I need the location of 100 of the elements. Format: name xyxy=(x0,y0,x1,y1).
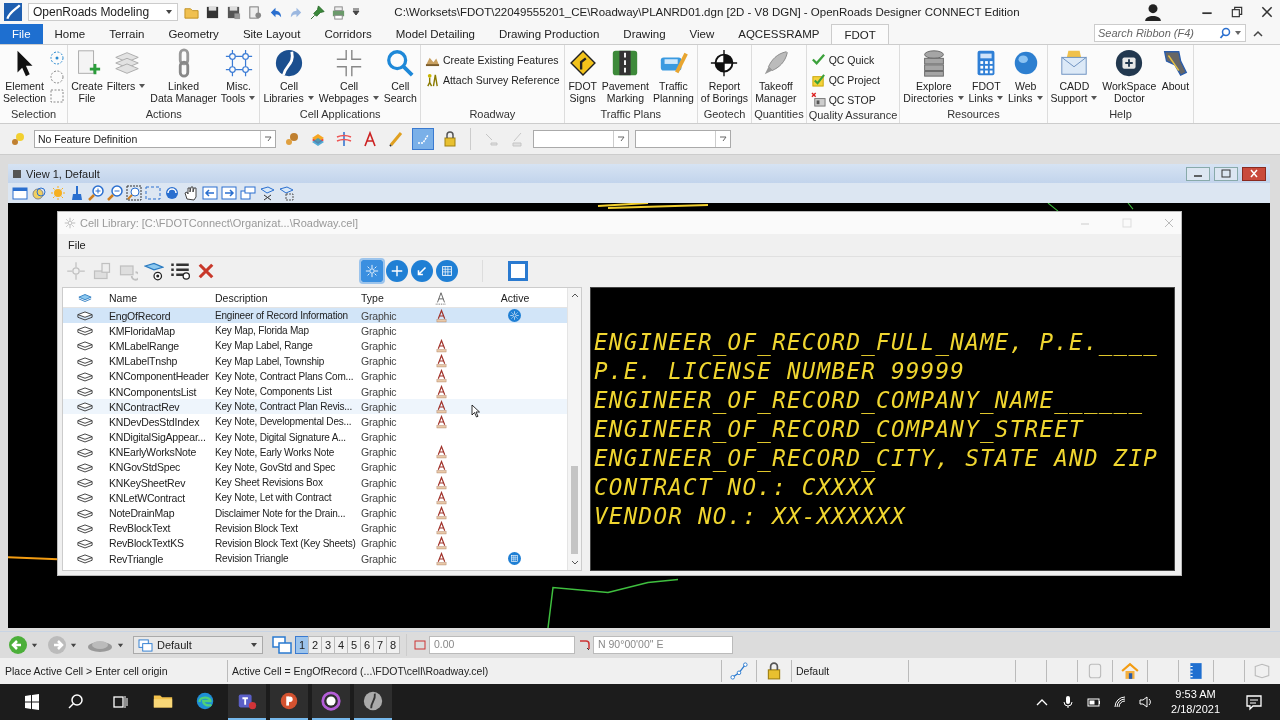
cell-row[interactable]: NoteDrainMap Disclaimer Note for the Drain... Graphic xyxy=(63,505,567,521)
cell-row[interactable]: KNGovStdSpec Key Note, GovStd and Spec Graphic xyxy=(63,459,567,476)
select-circle-icon[interactable] xyxy=(49,50,66,66)
point-mode-button[interactable] xyxy=(386,260,408,282)
column-header[interactable]: Active xyxy=(461,291,567,304)
scroll-down-icon[interactable] xyxy=(570,560,579,566)
cell-row[interactable]: KNComponentHeader Key Note, Contract Plans Com... Graphic xyxy=(63,368,567,384)
view-button[interactable]: 1 xyxy=(295,636,309,654)
ribbon-tab[interactable]: File xyxy=(0,24,43,44)
app-logo-icon[interactable] xyxy=(4,3,22,21)
ribbon-tool[interactable]: Takeoff Manager xyxy=(754,48,798,104)
caret-icon[interactable] xyxy=(70,641,77,649)
list-view-icon[interactable] xyxy=(170,261,190,281)
ribbon-tool[interactable]: FDOT Signs xyxy=(566,48,599,104)
clock-date[interactable]: 2/18/2021 xyxy=(1171,702,1220,717)
ribbon-tool[interactable]: Element Selection xyxy=(2,48,48,104)
cell-row[interactable]: KNLetWContract Key Note, Let with Contract Graphic xyxy=(63,490,567,506)
ribbon-tool[interactable]: QC Project xyxy=(808,70,882,89)
workflow-dropdown[interactable]: OpenRoads Modeling xyxy=(28,3,178,21)
column-header[interactable]: Type xyxy=(359,291,421,304)
distance-field[interactable]: 0.00 xyxy=(429,636,575,654)
ribbon-tool[interactable]: Create Existing Features xyxy=(422,50,562,69)
rotate-view-icon[interactable] xyxy=(164,185,180,201)
clip-volume-icon[interactable] xyxy=(259,185,275,201)
direction-field[interactable]: N 90°00'00" E xyxy=(593,636,733,654)
view-button[interactable]: 8 xyxy=(386,636,400,654)
window-zoom-icon[interactable] xyxy=(126,185,142,201)
cell-row[interactable]: KNComponentsList Key Note, Components List Graphic xyxy=(63,383,567,400)
ribbon-tab[interactable]: Home xyxy=(42,24,98,44)
clock-time[interactable]: 9:53 AM xyxy=(1175,687,1216,702)
cell-row[interactable]: KNEarlyWorksNote Key Note, Early Works Note Graphic xyxy=(63,444,567,460)
pattern-mode-button[interactable] xyxy=(436,260,458,282)
caret-icon[interactable] xyxy=(1234,29,1242,37)
cell-row[interactable]: KNKeySheetRev Key Sheet Revisions Box Graphic xyxy=(63,475,567,491)
ribbon-tool[interactable]: Report of Borings xyxy=(699,48,750,104)
minimize-icon[interactable] xyxy=(1186,166,1210,181)
ribbon-tab[interactable]: Corridors xyxy=(312,24,384,44)
pan-hand-icon[interactable] xyxy=(183,185,199,201)
menu-item[interactable]: File xyxy=(68,239,86,251)
view-group-dropdown[interactable]: Default xyxy=(133,636,263,654)
properties-icon[interactable] xyxy=(247,4,262,20)
user-icon[interactable] xyxy=(1144,3,1162,21)
cell-row[interactable]: EngOfRecord Engineer of Record Information Graphic xyxy=(63,308,567,324)
ribbon-tool[interactable]: Misc. Tools xyxy=(219,48,258,104)
view-groups-icon[interactable] xyxy=(272,635,292,655)
save-all-icon[interactable] xyxy=(226,4,241,20)
close-icon[interactable] xyxy=(1260,5,1274,19)
ribbon-tool[interactable]: Explore Directories xyxy=(902,48,966,104)
preview-toggle-icon[interactable] xyxy=(507,260,529,282)
clip-mask-icon[interactable] xyxy=(278,185,294,201)
powerpoint-taskbar-button[interactable] xyxy=(270,684,308,720)
copy-view-icon[interactable] xyxy=(240,185,256,201)
ribbon-tab[interactable]: Model Detailing xyxy=(383,24,487,44)
ribbon-tool[interactable]: QC STOP xyxy=(808,90,882,109)
line-string-icon[interactable] xyxy=(412,128,434,150)
display-style-icon[interactable] xyxy=(31,185,47,201)
ribbon-tool[interactable]: Web Links xyxy=(1007,48,1045,104)
teams-taskbar-button[interactable] xyxy=(228,684,266,720)
save-icon[interactable] xyxy=(205,4,220,20)
search-field[interactable]: Search Ribbon (F4) xyxy=(1094,24,1246,42)
ribbon-tool[interactable]: WorkSpace Doctor xyxy=(1101,48,1158,104)
view-menu-icon[interactable] xyxy=(12,168,22,179)
ribbon-tool[interactable]: QC Quick xyxy=(808,50,882,69)
ribbon-tool[interactable]: Cell Search xyxy=(382,48,418,104)
view-button[interactable]: 3 xyxy=(321,636,335,654)
cell-row[interactable]: KMFloridaMap Key Map, Florida Map Graphic xyxy=(63,323,567,339)
terminator-mode-button[interactable] xyxy=(411,260,433,282)
view-button[interactable]: 5 xyxy=(347,636,361,654)
previous-view-icon[interactable] xyxy=(202,185,218,201)
column-header[interactable]: Name xyxy=(107,291,213,304)
ribbon-tool[interactable]: Attach Survey Reference xyxy=(422,70,562,89)
ribbon-tool[interactable]: Traffic Planning xyxy=(651,48,695,104)
ribbon-tool[interactable]: Create File xyxy=(70,48,104,104)
scroll-up-icon[interactable] xyxy=(570,292,579,298)
pin-icon[interactable] xyxy=(310,4,325,20)
cell-row[interactable]: KNDigitalSigAppear... Key Note, Digital Signature A... Graphic xyxy=(63,429,567,445)
brush-icon[interactable] xyxy=(69,185,85,201)
caret-icon[interactable] xyxy=(117,641,124,649)
ring-app-taskbar-button[interactable] xyxy=(312,684,350,720)
restore-icon[interactable] xyxy=(1230,5,1244,19)
ribbon-tab[interactable]: Terrain xyxy=(97,24,157,44)
feature-definition-dropdown[interactable]: No Feature Definition xyxy=(34,130,276,148)
ribbon-tab[interactable]: Drawing Production xyxy=(487,24,612,44)
ribbon-tab[interactable]: Site Layout xyxy=(230,24,313,44)
cell-row[interactable]: KNDevDesStdIndex Key Note, Developmental Des... Graphic xyxy=(63,414,567,430)
annotation-column-icon[interactable] xyxy=(434,290,448,305)
ribbon-tool[interactable]: Filters xyxy=(105,48,148,92)
view-button[interactable]: 4 xyxy=(334,636,348,654)
scroll-thumb[interactable] xyxy=(571,466,578,554)
customize-caret-icon[interactable] xyxy=(352,8,360,16)
delete-icon[interactable] xyxy=(196,261,216,281)
cell-row[interactable]: KMLabelRange Key Map Label, Range Graphic xyxy=(63,338,567,354)
zoom-in-icon[interactable] xyxy=(88,185,104,201)
cell-row[interactable]: KNContractRev Key Note, Contract Plan Revis... Graphic xyxy=(63,399,567,415)
print-icon[interactable] xyxy=(331,4,346,20)
openroads-taskbar-button[interactable] xyxy=(354,684,392,720)
ribbon-tab[interactable]: View xyxy=(677,24,727,44)
cell-row[interactable]: KMLabelTnshp Key Map Label, Township Graphic xyxy=(63,353,567,369)
ribbon-tool[interactable]: Linked Data Manager xyxy=(149,48,218,104)
ribbon-tool[interactable]: Pavement Marking xyxy=(600,48,650,104)
